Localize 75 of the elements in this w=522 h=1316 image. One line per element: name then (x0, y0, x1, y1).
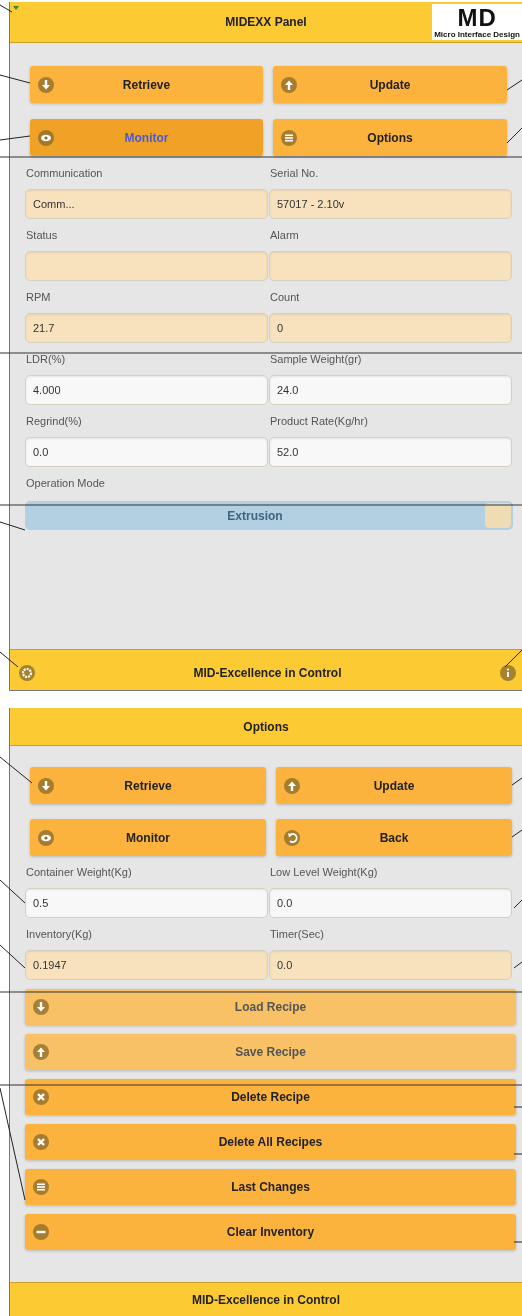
input-field[interactable]: 4.000 (25, 375, 268, 405)
field-label: LDR(%) (25, 352, 67, 367)
eye-icon (38, 829, 54, 846)
leader-line (513, 1241, 522, 1243)
leader-line (0, 944, 26, 969)
collapse-triangle-icon[interactable] (13, 5, 19, 11)
action-button[interactable]: Clear Inventory (25, 1214, 516, 1250)
nav-button[interactable]: Retrieve (30, 767, 266, 804)
field-label: Low Level Weight(Kg) (269, 865, 379, 880)
input-field[interactable]: 0.0 (269, 950, 512, 980)
field-label: Inventory(Kg) (25, 927, 94, 942)
action-button[interactable]: Delete All Recipes (25, 1124, 516, 1160)
close-icon (33, 1089, 49, 1105)
info-icon[interactable] (500, 665, 516, 681)
leader-line (0, 756, 33, 784)
leader-line (513, 961, 522, 969)
leader-line (0, 521, 26, 531)
field-label: Serial No. (269, 166, 320, 181)
field-label: Product Rate(Kg/hr) (269, 414, 369, 429)
field-label: Communication (25, 166, 104, 181)
footer-title: MID-Excellence in Control (193, 666, 342, 680)
panel-title: MIDEXX Panel (225, 15, 307, 29)
footer-title: MID-Excellence in Control (192, 1292, 340, 1307)
field-label: Alarm (269, 228, 300, 243)
input-field[interactable]: 57017 - 2.10v (269, 189, 512, 219)
input-field[interactable]: 0.0 (269, 888, 512, 918)
field-label: Operation Mode (25, 476, 106, 491)
leader-line (511, 829, 522, 838)
close-icon (33, 1134, 49, 1150)
input-field[interactable]: Comm... (25, 189, 268, 219)
nav-button[interactable]: Options (273, 119, 507, 156)
field-label: Regrind(%) (25, 414, 83, 429)
input-field[interactable]: 21.7 (25, 313, 268, 343)
leader-line (506, 79, 522, 91)
logo-mark: MD (457, 5, 497, 30)
field-label: Count (269, 290, 301, 305)
logo-tagline: Micro Interface Design (434, 29, 520, 39)
leader-line (513, 1153, 522, 1155)
input-field[interactable]: 24.0 (269, 375, 512, 405)
field-label: Sample Weight(gr) (269, 352, 363, 367)
leader-line (504, 649, 522, 668)
leader-line (506, 127, 522, 144)
leader-line (0, 4, 13, 13)
nav-button[interactable]: Update (276, 767, 512, 804)
action-button[interactable]: Last Changes (25, 1169, 516, 1205)
nav-button[interactable]: Update (273, 66, 507, 103)
leader-line (0, 135, 31, 141)
field-label: Container Weight(Kg) (25, 865, 133, 880)
list-icon (33, 1179, 49, 1195)
field-label: Status (25, 228, 59, 243)
nav-button[interactable]: Back (276, 819, 512, 856)
input-field[interactable] (25, 251, 268, 281)
nav-button[interactable]: Monitor (30, 819, 266, 856)
toggle-switch[interactable]: Extrusion (25, 501, 513, 530)
input-field[interactable]: 52.0 (269, 437, 512, 467)
leader-line (0, 651, 19, 668)
action-button[interactable]: Delete Recipe (25, 1079, 516, 1115)
field-label: RPM (25, 290, 52, 305)
leader-line (513, 899, 522, 909)
nav-button[interactable]: Retrieve (30, 66, 263, 103)
minus-icon (33, 1224, 49, 1240)
gear-icon[interactable] (19, 665, 35, 681)
input-field[interactable]: 0.0 (25, 437, 268, 467)
input-field[interactable]: 0.5 (25, 888, 268, 918)
panel-title: Options (243, 719, 289, 734)
leader-line (0, 879, 26, 904)
leader-line (511, 777, 522, 786)
input-field[interactable]: 0.1947 (25, 950, 268, 980)
leader-line (513, 1106, 522, 1108)
field-label: Timer(Sec) (269, 927, 325, 942)
input-field[interactable]: 0 (269, 313, 512, 343)
eye-icon (38, 129, 54, 146)
leader-line (0, 74, 31, 84)
input-field[interactable] (269, 251, 512, 281)
list-icon (281, 129, 297, 146)
